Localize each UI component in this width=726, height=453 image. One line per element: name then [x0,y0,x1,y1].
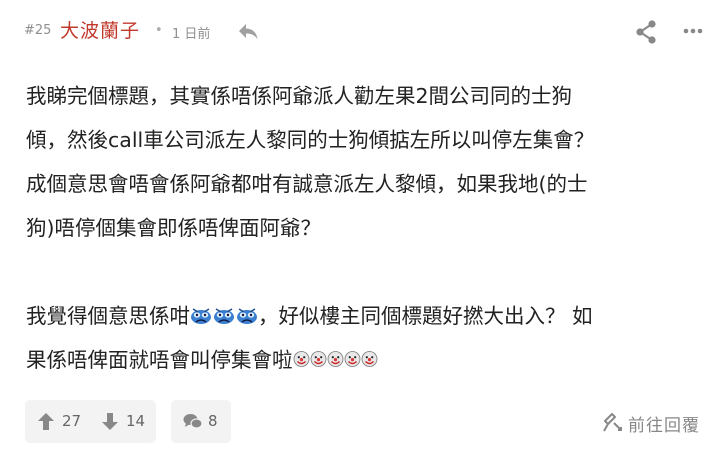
goto-reply-icon [603,413,622,432]
reply-arrow-icon[interactable] [236,21,260,41]
content-line: 我睇完個標題，其實係唔係阿爺派人勸左果2間公司同的士狗 [26,84,573,108]
blue-crying-face-emoji [191,308,257,324]
content-line: 我覺得個意思係咁 ，好似樓主同個標題好撚大出入？ 如 [26,294,706,338]
content-line: 傾，然後call車公司派左人黎同的士狗傾掂左所以叫停左集會？ [26,128,595,152]
content-line: 果係唔俾面就唔會叫停集會啦 [26,338,706,382]
post-content: 我睇完個標題，其實係唔係阿爺派人勸左果2間公司同的士狗 傾，然後call車公司派… [26,74,706,382]
goto-reply-label: 前往回覆 [628,416,700,436]
content-line: 成個意思會唔會係阿爺都咁有誠意派左人黎傾，如果我地(的士 [26,172,588,196]
content-line: 狗)唔停個集會即係唔俾面阿爺？ [26,216,321,240]
author-name[interactable]: 大波蘭子 [60,16,140,43]
vote-buttons: 27 14 [25,400,156,443]
arrow-down-icon[interactable] [101,412,119,431]
comment-count: 8 [208,412,218,430]
post-time: 1 日前 [172,27,211,42]
more-dots-icon[interactable] [680,20,706,42]
comments-button[interactable]: 8 [171,400,231,443]
comment-bubbles-icon [183,414,203,429]
post-header: #25 大波蘭子 • 1 日前 [0,0,726,62]
downvote-count[interactable]: 14 [126,412,145,430]
share-icon[interactable] [633,19,659,45]
clown-face-emoji [293,351,377,367]
content-text: 果係唔俾面就唔會叫停集會啦 [26,348,293,372]
content-text: ，好似樓主同個標題好撚大出入？ 如 [258,304,593,328]
post-number: #25 [24,23,52,38]
upvote-count[interactable]: 27 [62,412,81,430]
content-text: 我覺得個意思係咁 [26,304,190,328]
meta-separator: • [155,23,163,38]
goto-reply-button[interactable]: 前往回覆 [598,410,710,436]
arrow-up-icon[interactable] [37,412,55,431]
